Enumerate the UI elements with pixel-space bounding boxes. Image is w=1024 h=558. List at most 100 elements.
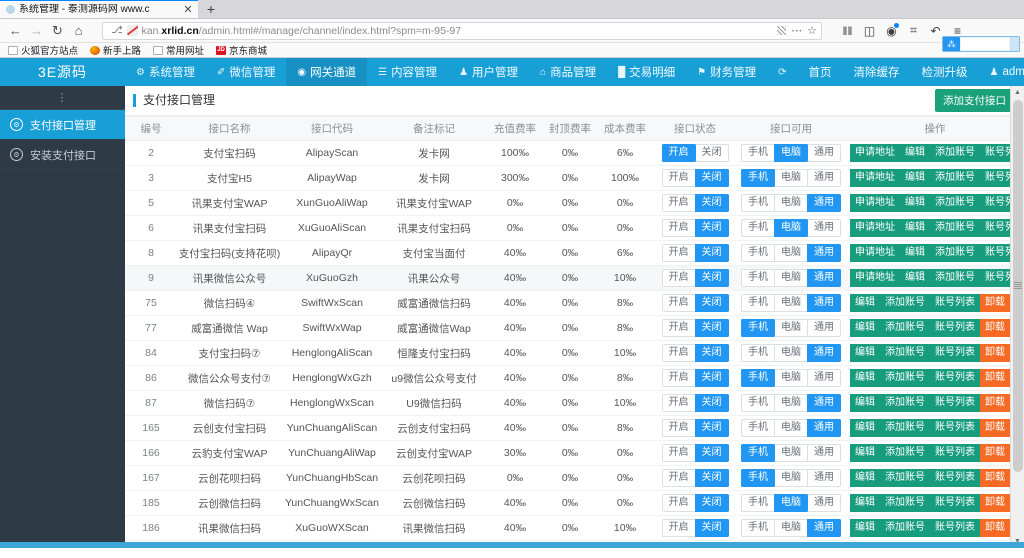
action-申请地址[interactable]: 申请地址 [850, 194, 900, 212]
action-编辑[interactable]: 编辑 [900, 244, 930, 262]
action-添加账号[interactable]: 添加账号 [880, 444, 930, 462]
table-row[interactable]: 2支付宝扫码AlipayScan发卡网100‰0‰6‰开启关闭手机电脑通用申请地… [125, 141, 1024, 166]
extension-end-icon[interactable] [1010, 37, 1019, 51]
availability-toggle-option-2[interactable]: 通用 [807, 219, 841, 237]
status-toggle-option-1[interactable]: 关闭 [695, 444, 729, 462]
availability-toggle-option-1[interactable]: 电脑 [774, 419, 807, 437]
availability-toggle-option-1[interactable]: 电脑 [774, 169, 807, 187]
status-toggle-option-1[interactable]: 关闭 [695, 194, 729, 212]
availability-toggle-option-2[interactable]: 通用 [807, 294, 841, 312]
availability-toggle-option-1[interactable]: 电脑 [774, 144, 807, 162]
availability-toggle-option-1[interactable]: 电脑 [774, 369, 807, 387]
add-payment-interface-button[interactable]: 添加支付接口 [935, 89, 1014, 112]
sidebar-icon[interactable]: ◫ [862, 24, 877, 38]
availability-toggle-option-1[interactable]: 电脑 [774, 244, 807, 262]
status-toggle-option-0[interactable]: 开启 [662, 469, 695, 487]
check-upgrade-link[interactable]: 检测升级 [911, 58, 979, 86]
extension-icon[interactable]: ⁂ [943, 37, 960, 51]
availability-toggle-option-1[interactable]: 电脑 [774, 394, 807, 412]
status-toggle-option-1[interactable]: 关闭 [695, 294, 729, 312]
action-账号列表[interactable]: 账号列表 [930, 394, 980, 412]
status-toggle[interactable]: 开启关闭 [662, 444, 729, 462]
action-卸载[interactable]: 卸载 [980, 394, 1010, 412]
screenshot-icon[interactable]: ⌗ [906, 23, 921, 38]
action-账号列表[interactable]: 账号列表 [930, 369, 980, 387]
url-bar[interactable]: shield-icon ⎇ kan.xrlid.cn/admin.html#/m… [102, 22, 822, 40]
action-添加账号[interactable]: 添加账号 [880, 344, 930, 362]
status-toggle-option-1[interactable]: 关闭 [695, 519, 729, 537]
availability-toggle-option-0[interactable]: 手机 [741, 369, 774, 387]
availability-toggle[interactable]: 手机电脑通用 [741, 519, 841, 537]
status-toggle[interactable]: 开启关闭 [662, 244, 729, 262]
availability-toggle-option-1[interactable]: 电脑 [774, 294, 807, 312]
table-row[interactable]: 185云创微信扫码YunChuangWxScan云创微信扫码40‰0‰0‰开启关… [125, 491, 1024, 516]
action-添加账号[interactable]: 添加账号 [880, 494, 930, 512]
status-toggle[interactable]: 开启关闭 [662, 144, 729, 162]
status-toggle-option-0[interactable]: 开启 [662, 394, 695, 412]
top-menu-item-4[interactable]: ♟用户管理 [448, 58, 529, 86]
action-添加账号[interactable]: 添加账号 [930, 194, 980, 212]
availability-toggle-option-0[interactable]: 手机 [741, 469, 774, 487]
action-编辑[interactable]: 编辑 [850, 444, 880, 462]
availability-toggle-option-0[interactable]: 手机 [741, 219, 774, 237]
action-编辑[interactable]: 编辑 [850, 419, 880, 437]
action-卸载[interactable]: 卸载 [980, 369, 1010, 387]
action-编辑[interactable]: 编辑 [850, 469, 880, 487]
action-卸载[interactable]: 卸载 [980, 319, 1010, 337]
scroll-up-icon[interactable]: ▲ [1011, 86, 1024, 99]
table-row[interactable]: 86微信公众号支付⑦HenglongWxGzhu9微信公众号支付40‰0‰8‰开… [125, 366, 1024, 391]
availability-toggle-option-1[interactable]: 电脑 [774, 444, 807, 462]
action-添加账号[interactable]: 添加账号 [880, 319, 930, 337]
brand-logo[interactable]: 3E源码 [0, 58, 125, 86]
availability-toggle[interactable]: 手机电脑通用 [741, 444, 841, 462]
top-menu-item-5[interactable]: ⌂商品管理 [529, 58, 607, 86]
availability-toggle-option-2[interactable]: 通用 [807, 444, 841, 462]
status-toggle[interactable]: 开启关闭 [662, 419, 729, 437]
status-toggle-option-0[interactable]: 开启 [662, 169, 695, 187]
action-申请地址[interactable]: 申请地址 [850, 169, 900, 187]
page-scrollbar[interactable]: ▲ ▼ [1010, 86, 1024, 548]
action-卸载[interactable]: 卸载 [980, 494, 1010, 512]
top-menu-item-1[interactable]: ✐微信管理 [206, 58, 286, 86]
availability-toggle-option-1[interactable]: 电脑 [774, 469, 807, 487]
table-row[interactable]: 84支付宝扫码⑦HenglongAliScan恒隆支付宝扫码40‰0‰10‰开启… [125, 341, 1024, 366]
action-申请地址[interactable]: 申请地址 [850, 219, 900, 237]
status-toggle[interactable]: 开启关闭 [662, 369, 729, 387]
action-添加账号[interactable]: 添加账号 [880, 419, 930, 437]
more-icon[interactable]: ⋯ [791, 24, 802, 37]
table-row[interactable]: 9讯果微信公众号XuGuoGzh讯果公众号40‰0‰10‰开启关闭手机电脑通用申… [125, 266, 1024, 291]
status-toggle-option-1[interactable]: 关闭 [695, 244, 729, 262]
availability-toggle-option-0[interactable]: 手机 [741, 244, 774, 262]
availability-toggle-option-2[interactable]: 通用 [807, 369, 841, 387]
action-编辑[interactable]: 编辑 [900, 269, 930, 287]
status-toggle[interactable]: 开启关闭 [662, 319, 729, 337]
status-toggle-option-1[interactable]: 关闭 [695, 469, 729, 487]
status-toggle-option-1[interactable]: 关闭 [695, 344, 729, 362]
action-申请地址[interactable]: 申请地址 [850, 269, 900, 287]
availability-toggle-option-2[interactable]: 通用 [807, 244, 841, 262]
status-toggle[interactable]: 开启关闭 [662, 269, 729, 287]
action-添加账号[interactable]: 添加账号 [880, 394, 930, 412]
table-row[interactable]: 167云创花呗扫码YunChuangHbScan云创花呗扫码0‰0‰0‰开启关闭… [125, 466, 1024, 491]
home-button[interactable]: ⌂ [69, 21, 88, 40]
status-toggle-option-1[interactable]: 关闭 [695, 394, 729, 412]
availability-toggle-option-2[interactable]: 通用 [807, 394, 841, 412]
top-menu-item-3[interactable]: ☰内容管理 [367, 58, 448, 86]
availability-toggle-option-2[interactable]: 通用 [807, 269, 841, 287]
sidebar-collapse-toggle[interactable]: ⋮ [0, 86, 125, 110]
status-toggle[interactable]: 开启关闭 [662, 394, 729, 412]
table-row[interactable]: 186讯果微信扫码XuGuoWXScan讯果微信扫码40‰0‰10‰开启关闭手机… [125, 516, 1024, 541]
table-row[interactable]: 87微信扫码⑦HenglongWxScanU9微信扫码40‰0‰10‰开启关闭手… [125, 391, 1024, 416]
bookmark-item[interactable]: 火狐官方站点 [8, 43, 78, 57]
status-toggle-option-0[interactable]: 开启 [662, 319, 695, 337]
action-申请地址[interactable]: 申请地址 [850, 144, 900, 162]
status-toggle-option-0[interactable]: 开启 [662, 369, 695, 387]
action-编辑[interactable]: 编辑 [900, 169, 930, 187]
action-添加账号[interactable]: 添加账号 [930, 144, 980, 162]
action-申请地址[interactable]: 申请地址 [850, 244, 900, 262]
top-menu-item-6[interactable]: █交易明细 [607, 58, 686, 86]
status-toggle[interactable]: 开启关闭 [662, 294, 729, 312]
availability-toggle[interactable]: 手机电脑通用 [741, 294, 841, 312]
availability-toggle-option-2[interactable]: 通用 [807, 319, 841, 337]
new-tab-button[interactable]: + [198, 0, 224, 18]
